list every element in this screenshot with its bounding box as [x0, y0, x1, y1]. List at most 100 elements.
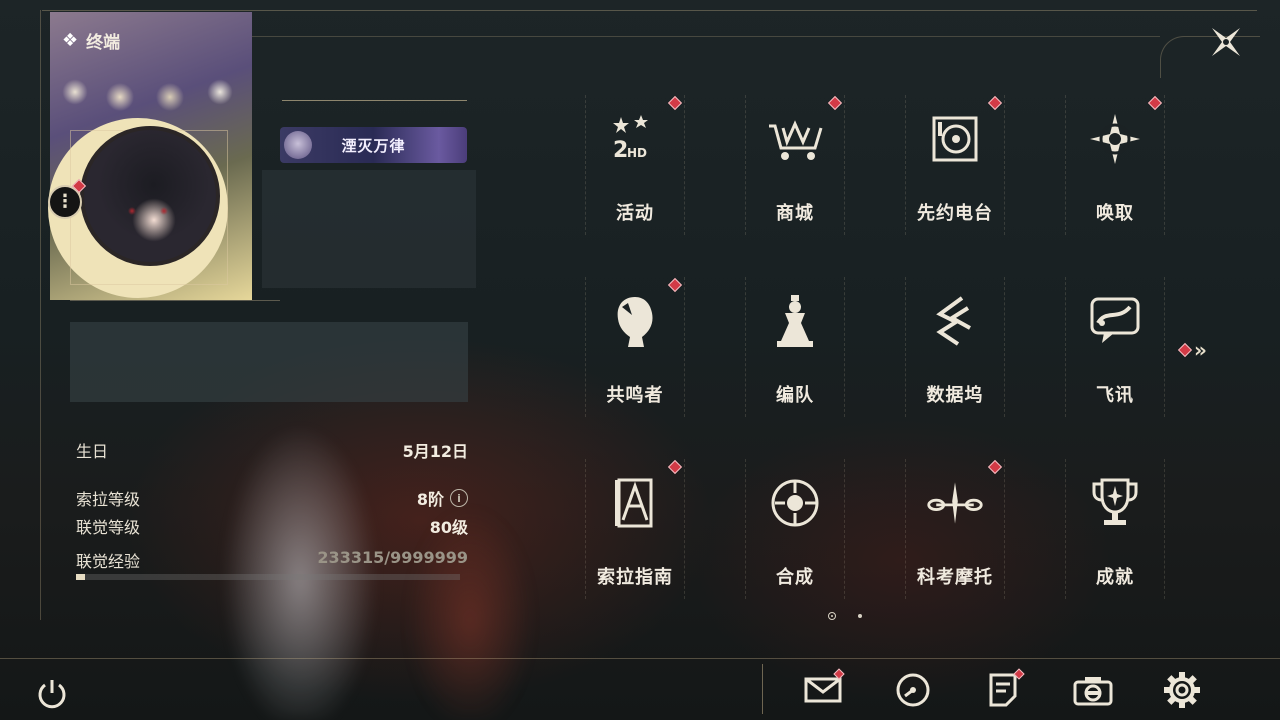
power-button[interactable] — [32, 674, 72, 714]
close-button[interactable] — [1208, 24, 1244, 60]
badge-dot — [667, 459, 683, 475]
synthesis-icon — [765, 473, 825, 533]
shop-cart-icon — [765, 109, 825, 169]
stat-union-level: 联觉等级 80级 — [76, 512, 468, 540]
camera-button[interactable] — [1073, 670, 1113, 710]
mail-icon — [804, 677, 842, 703]
menu-item-resonators[interactable]: 共鸣者 — [585, 277, 685, 417]
badge-dot — [1177, 342, 1193, 358]
menu-item-team[interactable]: 编队 — [745, 277, 845, 417]
terminal-title: ❖ 终端 — [62, 28, 120, 53]
menu-item-data-dock[interactable]: 数据坞 — [905, 277, 1005, 417]
stat-value: 5月12日 — [402, 442, 468, 461]
close-x-icon — [1212, 28, 1240, 56]
event-2hd-icon: 2 HD — [605, 109, 665, 169]
menu-item-synthesis[interactable]: 合成 — [745, 459, 845, 599]
menu-item-motorbike[interactable]: 科考摩托 — [905, 459, 1005, 599]
svg-text:HD: HD — [627, 146, 647, 160]
menu-label: 先约电台 — [917, 203, 993, 224]
badge-dot — [667, 95, 683, 111]
settings-gear-icon — [1164, 672, 1200, 708]
exp-progress-fill — [76, 574, 85, 580]
stat-birthday: 生日 5月12日 — [76, 436, 468, 464]
menu-item-achievements[interactable]: 成就 — [1065, 459, 1165, 599]
signature-panel[interactable] — [70, 322, 468, 402]
menu-item-messages[interactable]: 飞讯 — [1065, 277, 1165, 417]
stat-label: 生日 — [76, 442, 109, 461]
menu-label: 索拉指南 — [597, 567, 673, 588]
page-dot-active[interactable] — [828, 612, 836, 620]
stat-label: 索拉等级 — [76, 490, 141, 509]
badge-dot — [987, 95, 1003, 111]
page-indicator — [828, 612, 862, 620]
menu-item-activity[interactable]: 2 HD 活动 — [585, 95, 685, 235]
bottom-separator — [762, 664, 763, 714]
menu-item-shop[interactable]: 商城 — [745, 95, 845, 235]
menu-item-radio[interactable]: 先约电台 — [905, 95, 1005, 235]
badge-dot — [987, 459, 1003, 475]
stat-value: 80级 — [429, 518, 468, 537]
menu-label: 共鸣者 — [606, 385, 664, 406]
menu-label: 科考摩托 — [917, 567, 993, 588]
radio-icon — [925, 109, 985, 169]
more-dots-icon: ⋮ — [56, 191, 74, 212]
chess-team-icon — [765, 291, 825, 351]
badge-dot — [1147, 95, 1163, 111]
motorbike-icon — [925, 473, 985, 533]
stat-sola-level: 索拉等级 8阶 i — [76, 484, 468, 512]
frame-line-mid — [250, 36, 1160, 37]
badge-dot — [667, 277, 683, 293]
profile-info-panel — [262, 170, 476, 288]
stat-label: 联觉等级 — [76, 518, 141, 537]
exp-progress-bar — [76, 574, 460, 580]
compass-star-icon — [1085, 109, 1145, 169]
menu-label: 合成 — [776, 567, 814, 588]
notice-icon — [989, 673, 1017, 707]
title-badge-label: 湮灭万律 — [341, 136, 406, 155]
frame-line-top — [42, 10, 1257, 11]
menu-label: 活动 — [616, 203, 654, 224]
page-dot[interactable] — [858, 614, 862, 618]
title-badge-emblem — [284, 131, 312, 159]
camera-icon — [1073, 677, 1113, 706]
title-divider — [282, 100, 467, 101]
exp-label: 联觉经验 — [76, 552, 141, 571]
power-icon — [38, 680, 66, 709]
menu-label: 成就 — [1096, 567, 1134, 588]
stat-spacer — [76, 464, 468, 484]
badge-dot — [827, 95, 843, 111]
notice-button[interactable] — [983, 668, 1025, 710]
exp-row: 联觉经验 233315/9999999 — [76, 548, 468, 572]
menu-label: 唤取 — [1096, 203, 1134, 224]
panel-divider — [70, 300, 280, 301]
guide-book-icon — [605, 473, 665, 533]
menu-label: 飞讯 — [1096, 385, 1134, 406]
profile-stats: 生日 5月12日 索拉等级 8阶 i 联觉等级 80级 — [76, 436, 468, 540]
stat-value: 8阶 — [416, 490, 444, 509]
exp-value: 233315/9999999 — [317, 548, 468, 567]
menu-label: 数据坞 — [926, 385, 984, 406]
stat-value-wrap: 8阶 i — [417, 486, 468, 510]
title-badge[interactable]: 湮灭万律 — [280, 127, 467, 163]
resonator-head-icon — [605, 291, 665, 351]
chat-message-icon — [1085, 291, 1145, 351]
trophy-icon — [1085, 473, 1145, 533]
bottom-divider — [0, 658, 1280, 659]
clock-icon — [896, 673, 930, 707]
avatar-detail — [118, 206, 178, 216]
avatar[interactable] — [80, 126, 220, 266]
mail-button[interactable] — [803, 668, 845, 710]
diamond-cluster-icon: ❖ — [62, 30, 79, 51]
frame-line-left — [40, 10, 41, 620]
settings-button[interactable] — [1162, 670, 1202, 710]
info-icon[interactable]: i — [450, 489, 468, 507]
menu-label: 编队 — [776, 385, 814, 406]
next-page-button[interactable]: » — [1177, 338, 1207, 362]
menu-item-convene[interactable]: 唤取 — [1065, 95, 1165, 235]
data-dock-icon — [925, 291, 985, 351]
double-chevron-right-icon: » — [1194, 338, 1207, 362]
terminal-title-label: 终端 — [86, 33, 121, 53]
menu-item-guide[interactable]: 索拉指南 — [585, 459, 685, 599]
clock-button[interactable] — [893, 670, 933, 710]
menu-label: 商城 — [776, 203, 814, 224]
